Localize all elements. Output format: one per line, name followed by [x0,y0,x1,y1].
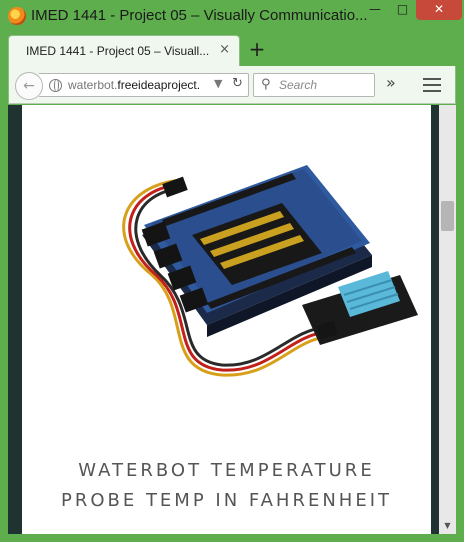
close-icon: ✕ [433,2,445,16]
scroll-down-arrow-icon[interactable]: ▼ [439,517,456,534]
caption-line-2: PROBE TEMP IN FAHRENHEIT [60,490,393,511]
url-host-prefix: waterbot. [68,78,118,92]
minimize-icon: — [369,2,381,16]
close-window-button[interactable]: ✕ [416,0,462,20]
search-placeholder: Search [279,78,318,92]
navigation-toolbar: waterbot.freeideaproject. ▼ ↻ ← ⚲ Search… [8,66,456,104]
browser-window: IMED 1441 - Project 05 – Visually Commun… [0,0,464,542]
title-bar: IMED 1441 - Project 05 – Visually Commun… [0,0,464,32]
tab-label: IMED 1441 - Project 05 – Visuall... [26,44,210,58]
caption-line-1: WATERBOT TEMPERATURE [78,460,375,481]
page-content: WATERBOT TEMPERATURE PROBE TEMP IN FAHRE… [22,105,431,534]
maximize-icon: □ [396,2,409,16]
window-bottom-frame [0,534,464,542]
url-host-bold: freeideaproject. [117,78,201,92]
scrollbar-thumb[interactable] [441,201,454,231]
toolbar-overflow-button[interactable]: » [386,73,396,92]
tab-active[interactable]: IMED 1441 - Project 05 – Visuall... × [8,35,240,66]
new-tab-button[interactable]: + [246,38,268,60]
url-bar[interactable]: waterbot.freeideaproject. ▼ ↻ [39,73,249,97]
globe-icon [49,79,62,92]
page-viewport: WATERBOT TEMPERATURE PROBE TEMP IN FAHRE… [8,105,456,534]
product-photo [122,165,418,377]
minimize-button[interactable]: — [361,0,389,20]
url-dropdown-icon[interactable]: ▼ [214,77,222,90]
tab-close-icon[interactable]: × [219,42,230,57]
window-title: IMED 1441 - Project 05 – Visually Commun… [31,7,368,24]
back-button[interactable]: ← [15,72,43,100]
firefox-icon [8,7,26,25]
tab-strip: IMED 1441 - Project 05 – Visuall... × + [8,32,456,66]
hamburger-menu-icon[interactable] [423,75,441,95]
reload-icon[interactable]: ↻ [232,76,243,91]
search-icon: ⚲ [261,77,271,92]
url-text: waterbot.freeideaproject. [68,78,208,92]
search-input[interactable]: ⚲ Search [253,73,375,97]
maximize-button[interactable]: □ [389,0,416,20]
vertical-scrollbar[interactable]: ▼ [439,105,456,534]
back-arrow-icon: ← [23,78,35,94]
